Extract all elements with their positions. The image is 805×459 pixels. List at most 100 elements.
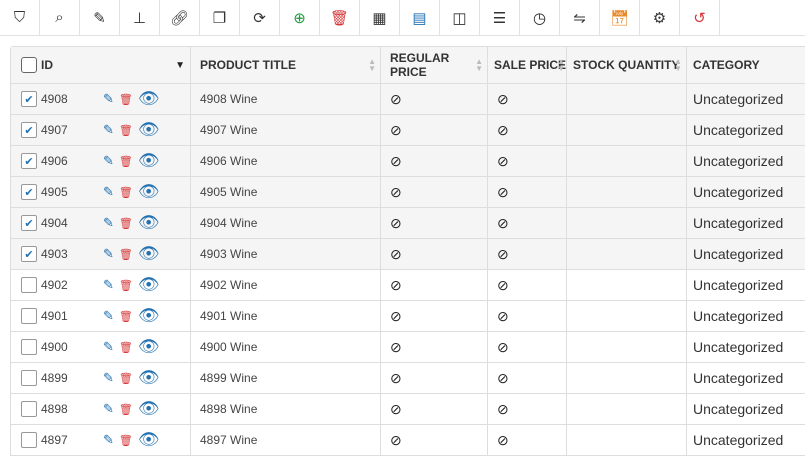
- view-icon[interactable]: 👁︎: [138, 430, 160, 450]
- category-cell[interactable]: Uncategorized: [687, 363, 805, 393]
- row-checkbox[interactable]: ✔: [21, 246, 37, 262]
- title-cell[interactable]: 4906 Wine: [191, 146, 381, 176]
- row-checkbox[interactable]: ✔: [21, 153, 37, 169]
- edit-icon[interactable]: ✎: [103, 122, 114, 138]
- add-button[interactable]: ⊕: [280, 0, 320, 35]
- regular-price-cell[interactable]: ⊘: [381, 363, 488, 393]
- view-icon[interactable]: 👁︎: [138, 120, 160, 140]
- view-icon[interactable]: 👁︎: [138, 213, 160, 233]
- edit-icon[interactable]: ✎: [103, 246, 114, 262]
- delete-icon[interactable]: 🗑︎: [119, 186, 133, 199]
- regular-price-cell[interactable]: ⊘: [381, 177, 488, 207]
- regular-price-cell[interactable]: ⊘: [381, 332, 488, 362]
- stock-cell[interactable]: [567, 363, 687, 393]
- delete-icon[interactable]: 🗑︎: [119, 341, 133, 354]
- title-cell[interactable]: 4900 Wine: [191, 332, 381, 362]
- edit-icon[interactable]: ✎: [103, 91, 114, 107]
- stock-cell[interactable]: [567, 146, 687, 176]
- view-icon[interactable]: 👁︎: [138, 275, 160, 295]
- sale-price-cell[interactable]: ⊘: [488, 177, 567, 207]
- sort-icon[interactable]: ▲ ▼: [674, 58, 682, 73]
- view-icon[interactable]: 👁︎: [138, 399, 160, 419]
- regular-price-cell[interactable]: ⊘: [381, 146, 488, 176]
- row-checkbox[interactable]: [21, 401, 37, 417]
- reset-button[interactable]: ↺: [680, 0, 720, 35]
- sale-price-cell[interactable]: ⊘: [488, 146, 567, 176]
- history-button[interactable]: ◷: [520, 0, 560, 35]
- delete-icon[interactable]: 🗑︎: [119, 310, 133, 323]
- sale-price-cell[interactable]: ⊘: [488, 239, 567, 269]
- regular-price-cell[interactable]: ⊘: [381, 301, 488, 331]
- delete-icon[interactable]: 🗑︎: [119, 93, 133, 106]
- sale-price-cell[interactable]: ⊘: [488, 301, 567, 331]
- header-sale-price[interactable]: SALE PRICE ▲ ▼: [488, 47, 567, 83]
- category-cell[interactable]: Uncategorized: [687, 394, 805, 424]
- stock-cell[interactable]: [567, 301, 687, 331]
- row-checkbox[interactable]: ✔: [21, 215, 37, 231]
- category-cell[interactable]: Uncategorized: [687, 301, 805, 331]
- row-checkbox[interactable]: ✔: [21, 91, 37, 107]
- sort-icon[interactable]: ▲ ▼: [475, 58, 483, 73]
- category-cell[interactable]: Uncategorized: [687, 115, 805, 145]
- sale-price-cell[interactable]: ⊘: [488, 394, 567, 424]
- category-cell[interactable]: Uncategorized: [687, 84, 805, 114]
- row-checkbox[interactable]: [21, 370, 37, 386]
- swap-button[interactable]: ⇋: [560, 0, 600, 35]
- title-cell[interactable]: 4904 Wine: [191, 208, 381, 238]
- stock-cell[interactable]: [567, 84, 687, 114]
- title-cell[interactable]: 4908 Wine: [191, 84, 381, 114]
- sitemap-button[interactable]: ⊥: [120, 0, 160, 35]
- edit-icon[interactable]: ✎: [103, 370, 114, 386]
- edit-icon[interactable]: ✎: [103, 432, 114, 448]
- title-cell[interactable]: 4901 Wine: [191, 301, 381, 331]
- stock-cell[interactable]: [567, 270, 687, 300]
- refresh-button[interactable]: ⟳: [240, 0, 280, 35]
- regular-price-cell[interactable]: ⊘: [381, 115, 488, 145]
- header-title[interactable]: PRODUCT TITLE ▲ ▼: [191, 47, 381, 83]
- sale-price-cell[interactable]: ⊘: [488, 425, 567, 455]
- stock-cell[interactable]: [567, 425, 687, 455]
- stock-cell[interactable]: [567, 208, 687, 238]
- link-button[interactable]: 🔗︎: [160, 0, 200, 35]
- row-checkbox[interactable]: ✔: [21, 122, 37, 138]
- regular-price-cell[interactable]: ⊘: [381, 208, 488, 238]
- category-cell[interactable]: Uncategorized: [687, 208, 805, 238]
- delete-icon[interactable]: 🗑︎: [119, 124, 133, 137]
- sale-price-cell[interactable]: ⊘: [488, 115, 567, 145]
- row-checkbox[interactable]: [21, 339, 37, 355]
- sale-price-cell[interactable]: ⊘: [488, 270, 567, 300]
- regular-price-cell[interactable]: ⊘: [381, 84, 488, 114]
- row-checkbox[interactable]: ✔: [21, 184, 37, 200]
- title-cell[interactable]: 4898 Wine: [191, 394, 381, 424]
- title-cell[interactable]: 4897 Wine: [191, 425, 381, 455]
- edit-icon[interactable]: ✎: [103, 401, 114, 417]
- title-cell[interactable]: 4903 Wine: [191, 239, 381, 269]
- delete-icon[interactable]: 🗑︎: [119, 217, 133, 230]
- view-icon[interactable]: 👁︎: [138, 151, 160, 171]
- row-checkbox[interactable]: [21, 432, 37, 448]
- search-button[interactable]: ⌕: [40, 0, 80, 35]
- delete-icon[interactable]: 🗑︎: [119, 434, 133, 447]
- sort-desc-icon[interactable]: ▼: [175, 60, 185, 71]
- delete-icon[interactable]: 🗑︎: [119, 372, 133, 385]
- header-stock[interactable]: STOCK QUANTITY ▲ ▼: [567, 47, 687, 83]
- regular-price-cell[interactable]: ⊘: [381, 425, 488, 455]
- list-button[interactable]: ☰: [480, 0, 520, 35]
- view-icon[interactable]: 👁︎: [138, 337, 160, 357]
- regular-price-cell[interactable]: ⊘: [381, 239, 488, 269]
- delete-icon[interactable]: 🗑︎: [119, 403, 133, 416]
- sort-icon[interactable]: ▲ ▼: [557, 58, 565, 73]
- edit-icon[interactable]: ✎: [103, 339, 114, 355]
- sale-price-cell[interactable]: ⊘: [488, 84, 567, 114]
- category-cell[interactable]: Uncategorized: [687, 146, 805, 176]
- category-cell[interactable]: Uncategorized: [687, 239, 805, 269]
- edit-icon[interactable]: ✎: [103, 184, 114, 200]
- edit-icon[interactable]: ✎: [103, 277, 114, 293]
- header-id[interactable]: ID ▼: [11, 47, 191, 83]
- settings-button[interactable]: ⚙: [640, 0, 680, 35]
- category-cell[interactable]: Uncategorized: [687, 177, 805, 207]
- category-cell[interactable]: Uncategorized: [687, 332, 805, 362]
- title-cell[interactable]: 4902 Wine: [191, 270, 381, 300]
- delete-icon[interactable]: 🗑︎: [119, 248, 133, 261]
- sale-price-cell[interactable]: ⊘: [488, 208, 567, 238]
